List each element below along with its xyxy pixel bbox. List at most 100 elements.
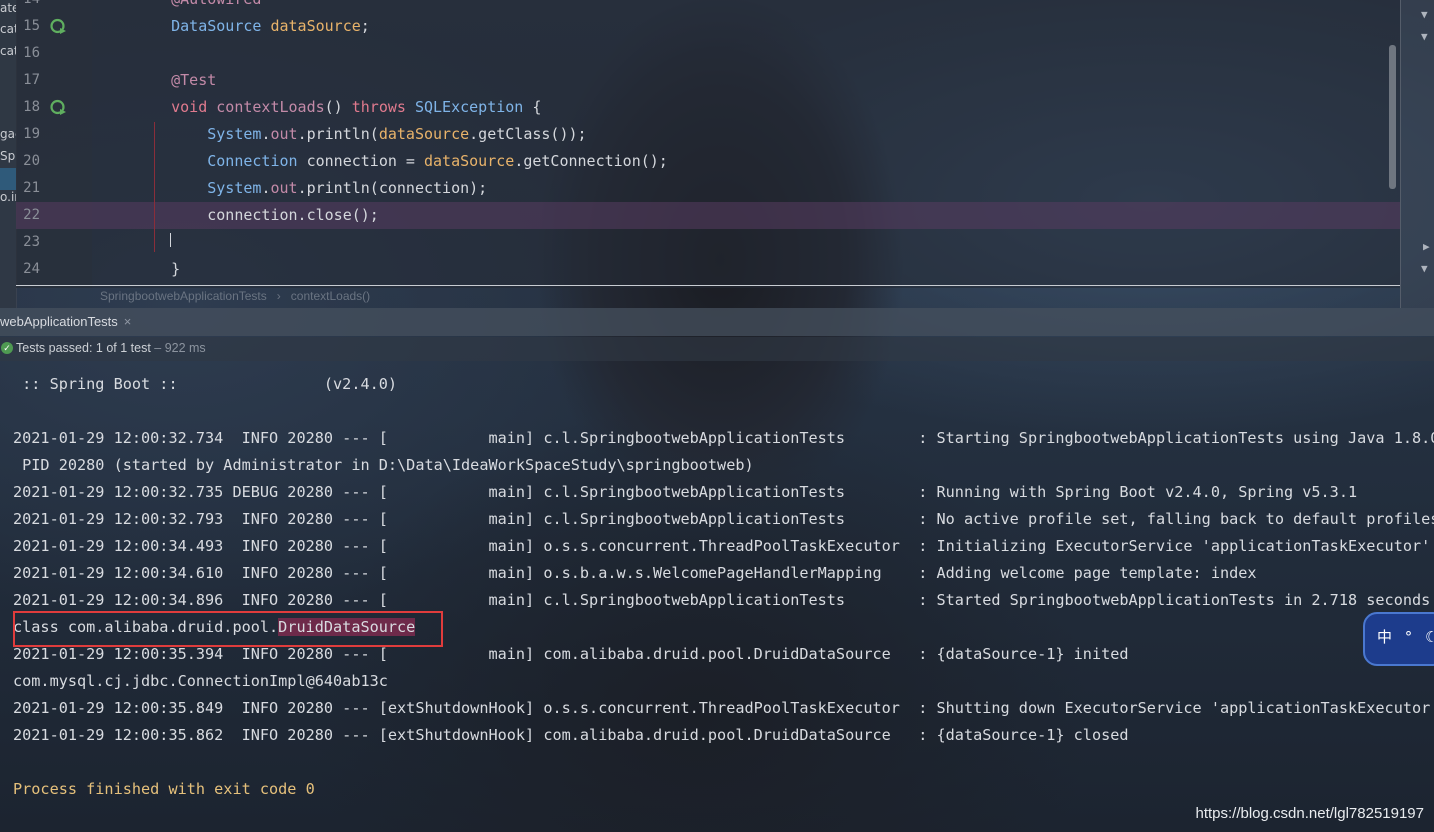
console-line: 2021-01-29 12:00:32.734 INFO 20280 --- [… bbox=[13, 429, 1434, 447]
code-token: dataSource bbox=[424, 152, 515, 170]
project-tree-fragment[interactable]: ate bbox=[0, 1, 16, 15]
run-gutter-icon[interactable] bbox=[50, 18, 67, 35]
line-number: 22 bbox=[23, 207, 40, 223]
line-number: 16 bbox=[23, 45, 40, 61]
project-tree-fragment[interactable]: Sp bbox=[0, 149, 15, 163]
code-token: dataSource bbox=[378, 125, 470, 143]
code-text: Connection connection = dataSource.getCo… bbox=[135, 148, 668, 175]
console-line: 2021-01-29 12:00:34.896 INFO 20280 --- [… bbox=[13, 591, 1434, 609]
code-token: throws bbox=[351, 98, 415, 116]
code-token: @Autowired bbox=[135, 0, 261, 8]
code-text: void contextLoads() throws SQLException … bbox=[135, 94, 541, 121]
code-line[interactable]: 14 @Autowired bbox=[16, 0, 1400, 13]
console-line: 2021-01-29 12:00:34.493 INFO 20280 --- [… bbox=[13, 537, 1431, 555]
text-caret bbox=[170, 233, 171, 247]
triangle-right-icon[interactable]: ▶ bbox=[1423, 240, 1430, 253]
code-token: .println( bbox=[297, 125, 379, 143]
triangle-down-icon[interactable]: ▼ bbox=[1421, 8, 1428, 21]
code-token: out bbox=[270, 179, 298, 197]
selected-tree-row bbox=[0, 168, 16, 190]
code-token: dataSource bbox=[270, 17, 361, 35]
code-text: @Autowired bbox=[135, 0, 261, 13]
close-icon[interactable]: × bbox=[124, 314, 132, 329]
ime-status-text: 中 ° ☾ bbox=[1377, 628, 1434, 646]
code-token: } bbox=[135, 260, 181, 278]
code-token: connection.close(); bbox=[135, 206, 379, 224]
code-text: DataSource dataSource; bbox=[135, 13, 370, 40]
console-line: 2021-01-29 12:00:35.849 INFO 20280 --- [… bbox=[13, 699, 1434, 717]
code-text: } bbox=[135, 256, 180, 283]
code-editor[interactable]: 14 @Autowired15 DataSource dataSource;16… bbox=[16, 0, 1400, 288]
exit-code-line: Process finished with exit code 0 bbox=[13, 780, 315, 798]
code-token: contextLoads bbox=[216, 98, 325, 116]
line-number: 20 bbox=[23, 153, 40, 169]
line-number: 24 bbox=[23, 261, 40, 277]
indent-guide bbox=[154, 122, 155, 252]
test-status-text: Tests passed: 1 of 1 test – 922 ms bbox=[16, 341, 206, 355]
code-text: connection.close(); bbox=[135, 202, 379, 229]
breadcrumb-method[interactable]: contextLoads() bbox=[291, 289, 370, 303]
editor-divider bbox=[16, 285, 1400, 286]
code-text: System.out.println(connection); bbox=[135, 175, 487, 202]
code-line[interactable]: 24 } bbox=[16, 256, 1400, 283]
editor-scrollbar[interactable] bbox=[1389, 45, 1396, 189]
check-icon: ✓ bbox=[1, 342, 13, 354]
code-token: connection = bbox=[306, 152, 424, 170]
code-text: @Test bbox=[135, 67, 216, 94]
code-token: DataSource bbox=[135, 17, 271, 35]
run-console[interactable]: :: Spring Boot :: (v2.4.0) 2021-01-29 12:… bbox=[0, 361, 1434, 832]
code-line[interactable]: 23 bbox=[16, 229, 1400, 256]
console-line: 2021-01-29 12:00:34.610 INFO 20280 --- [… bbox=[13, 564, 1257, 582]
ime-widget[interactable]: 中 ° ☾ bbox=[1363, 612, 1434, 666]
code-text: System.out.println(dataSource.getClass()… bbox=[135, 121, 587, 148]
line-number: 21 bbox=[23, 180, 40, 196]
run-tab-label: webApplicationTests bbox=[0, 314, 118, 329]
project-tree-fragment[interactable]: gac bbox=[0, 127, 16, 141]
project-tree-fragment[interactable]: cati bbox=[0, 44, 16, 58]
triangle-down-icon[interactable]: ▼ bbox=[1421, 262, 1428, 275]
code-token: .println(connection); bbox=[297, 179, 488, 197]
run-tab[interactable]: webApplicationTests × bbox=[0, 314, 131, 329]
code-token: @Test bbox=[135, 71, 217, 89]
line-number: 23 bbox=[23, 234, 40, 250]
breadcrumb-separator-icon: › bbox=[276, 289, 281, 303]
project-tree-fragment[interactable]: cati bbox=[0, 22, 16, 36]
code-line[interactable]: 19 System.out.println(dataSource.getClas… bbox=[16, 121, 1400, 148]
code-token: out bbox=[270, 125, 298, 143]
code-token: () bbox=[324, 98, 352, 116]
highlight-box bbox=[13, 611, 443, 647]
console-line: 2021-01-29 12:00:32.735 DEBUG 20280 --- … bbox=[13, 483, 1358, 501]
code-line[interactable]: 21 System.out.println(connection); bbox=[16, 175, 1400, 202]
line-number: 15 bbox=[23, 18, 40, 34]
code-line[interactable]: 16 bbox=[16, 40, 1400, 67]
console-line: com.mysql.cj.jdbc.ConnectionImpl@640ab13… bbox=[13, 672, 388, 690]
project-tool-window-strip[interactable]: ate cati cati gac Sp o.im bbox=[0, 0, 17, 308]
code-token: void bbox=[135, 98, 217, 116]
code-token: { bbox=[523, 98, 542, 116]
code-token: ; bbox=[360, 17, 370, 35]
breadcrumb-class[interactable]: SpringbootwebApplicationTests bbox=[100, 289, 267, 303]
run-gutter-icon[interactable] bbox=[50, 99, 67, 116]
line-number: 17 bbox=[23, 72, 40, 88]
breadcrumb[interactable]: SpringbootwebApplicationTests › contextLoa… bbox=[100, 289, 370, 303]
code-line[interactable]: 15 DataSource dataSource; bbox=[16, 13, 1400, 40]
code-line[interactable]: 17 @Test bbox=[16, 67, 1400, 94]
code-line[interactable]: 18 void contextLoads() throws SQLExcepti… bbox=[16, 94, 1400, 121]
line-number: 19 bbox=[23, 126, 40, 142]
test-duration: – 922 ms bbox=[150, 341, 206, 355]
triangle-down-icon[interactable]: ▼ bbox=[1421, 30, 1428, 43]
console-line: PID 20280 (started by Administrator in D… bbox=[13, 456, 754, 474]
watermark: https://blog.csdn.net/lgl782519197 bbox=[1195, 805, 1424, 822]
run-tab-bar: webApplicationTests × bbox=[0, 308, 1434, 336]
test-status-bar: ✓ Tests passed: 1 of 1 test – 922 ms bbox=[0, 337, 1434, 361]
right-tool-strip: ▼ ▼ ▶ ▼ bbox=[1400, 0, 1434, 308]
line-number: 14 bbox=[16, 0, 40, 13]
project-tree-fragment[interactable]: o.im bbox=[0, 190, 16, 204]
code-token: Connection bbox=[135, 152, 307, 170]
code-line[interactable]: 22 connection.close(); bbox=[16, 202, 1400, 229]
console-line: 2021-01-29 12:00:35.862 INFO 20280 --- [… bbox=[13, 726, 1129, 744]
code-line[interactable]: 20 Connection connection = dataSource.ge… bbox=[16, 148, 1400, 175]
console-line: 2021-01-29 12:00:32.793 INFO 20280 --- [… bbox=[13, 510, 1434, 528]
code-token: .getClass()); bbox=[469, 125, 587, 143]
test-status-label: Tests passed: 1 of 1 test bbox=[16, 341, 151, 355]
